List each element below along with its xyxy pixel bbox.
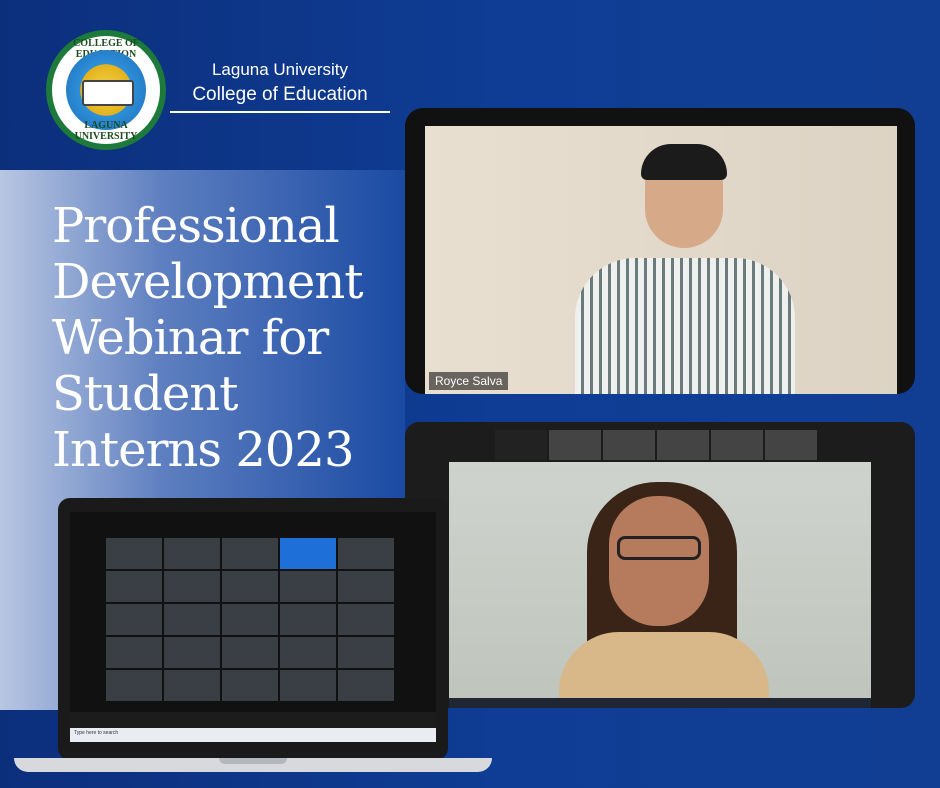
seal-bottom-text: LAGUNA UNIVERSITY	[74, 120, 138, 142]
participant-tile[interactable]	[338, 604, 394, 635]
participant-tile[interactable]	[222, 637, 278, 668]
participant-tile[interactable]	[338, 538, 394, 569]
participant-tile[interactable]	[338, 571, 394, 602]
face	[609, 496, 709, 626]
participant-tile[interactable]	[338, 670, 394, 701]
university-name: Laguna University	[211, 60, 349, 79]
participant-tile[interactable]	[280, 670, 336, 701]
college-seal-logo: COLLEGE OF EDUCATION LAGUNA UNIVERSITY	[46, 30, 166, 150]
college-name: College of Education	[192, 84, 368, 105]
participant-tile[interactable]	[657, 430, 709, 460]
participant-tile[interactable]	[280, 538, 336, 569]
participant-name: Royce Salva	[429, 372, 509, 390]
participant-tile[interactable]	[280, 571, 336, 602]
laptop-notch	[219, 758, 287, 764]
laptop: Type here to search	[58, 498, 448, 760]
participant-tile[interactable]	[495, 430, 547, 460]
headline: Professional Development Webinar for Stu…	[52, 198, 402, 478]
meeting-toolbar	[70, 712, 436, 728]
participant-tile[interactable]	[164, 670, 220, 701]
participant-tile[interactable]	[338, 637, 394, 668]
laptop-base	[14, 758, 492, 772]
participant-tile[interactable]	[106, 604, 162, 635]
divider	[170, 111, 390, 113]
participant-tile[interactable]	[106, 571, 162, 602]
participant-tile[interactable]	[164, 604, 220, 635]
taskbar-search[interactable]: Type here to search	[74, 730, 118, 736]
participant-tile[interactable]	[222, 670, 278, 701]
taskbar	[449, 698, 871, 708]
headline-line: Professional	[52, 198, 340, 254]
book-icon	[82, 80, 134, 106]
hair	[641, 144, 727, 180]
tablet-video-1: Royce Salva	[405, 108, 915, 394]
meeting-window	[405, 422, 915, 708]
participant-tile[interactable]	[280, 604, 336, 635]
headline-line: Development	[52, 254, 364, 310]
participant-tile[interactable]	[549, 430, 601, 460]
participant-tile[interactable]	[164, 538, 220, 569]
participant-tile[interactable]	[765, 430, 817, 460]
blazer	[559, 632, 769, 700]
participant-tile[interactable]	[280, 637, 336, 668]
participant-tile[interactable]	[106, 637, 162, 668]
headline-line: Webinar for	[52, 310, 329, 366]
participant-tile[interactable]	[222, 604, 278, 635]
org-name: Laguna University College of Education	[170, 60, 390, 113]
participant-tile[interactable]	[106, 670, 162, 701]
participant-tile[interactable]	[603, 430, 655, 460]
video-feed: Royce Salva	[425, 126, 897, 394]
headline-line: Student	[52, 366, 238, 422]
participant-tile[interactable]	[222, 538, 278, 569]
participant-strip	[495, 430, 817, 462]
active-speaker-video	[449, 462, 871, 700]
laptop-screen: Type here to search	[70, 512, 436, 742]
headline-line: Interns 2023	[52, 422, 354, 478]
shirt	[575, 258, 795, 394]
participant-tile[interactable]	[106, 538, 162, 569]
glasses	[617, 536, 701, 560]
participant-tile[interactable]	[222, 571, 278, 602]
participant-tile[interactable]	[711, 430, 763, 460]
tablet-video-2	[405, 422, 915, 708]
gallery-grid	[106, 538, 398, 701]
speaker-photo	[565, 144, 815, 394]
participant-tile[interactable]	[164, 637, 220, 668]
windows-taskbar: Type here to search	[70, 728, 436, 742]
participant-tile[interactable]	[164, 571, 220, 602]
